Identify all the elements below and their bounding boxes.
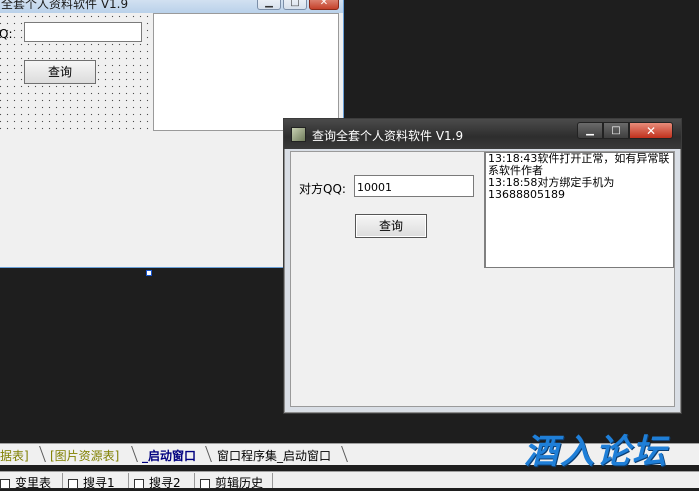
- log-textbox[interactable]: 13:18:43软件打开正常，如有异常联系软件作者 13:18:58对方绑定手机…: [484, 152, 674, 268]
- designer-qq-input[interactable]: [24, 22, 142, 42]
- app-window: 查询全套个人资料软件 V1.9 ▁ □ ✕ 对方QQ: 查询 13:18:43软…: [283, 118, 682, 414]
- panel-separator: [62, 473, 63, 488]
- clipboard-history-panel-tab[interactable]: 剪辑历史: [200, 474, 263, 491]
- tab-separator: [205, 446, 212, 462]
- designer-titlebar[interactable]: 全套个人资料软件 V1.9 ▁ □ ✕: [0, 0, 343, 13]
- clipboard-icon: [200, 478, 210, 489]
- designer-title: 全套个人资料软件 V1.9: [1, 0, 129, 11]
- panel-separator: [194, 473, 195, 488]
- tab-data-table[interactable]: 据表]: [0, 447, 29, 464]
- query-button[interactable]: 查询: [355, 214, 427, 238]
- designer-minimize-button[interactable]: ▁: [257, 0, 281, 10]
- variables-panel-tab[interactable]: 变里表: [0, 474, 51, 491]
- tab-startup-window[interactable]: _启动窗口: [142, 447, 196, 464]
- resize-handle[interactable]: [146, 270, 152, 276]
- log-line: 13:18:58对方绑定手机为13688805189: [488, 176, 615, 201]
- forum-watermark: 酒入论坛: [524, 432, 668, 472]
- search2-panel-tab[interactable]: 搜寻2: [134, 474, 181, 491]
- app-title: 查询全套个人资料软件 V1.9: [312, 129, 464, 143]
- tab-separator: [39, 446, 46, 462]
- designer-query-button[interactable]: 查询: [24, 60, 96, 84]
- app-titlebar[interactable]: 查询全套个人资料软件 V1.9 ▁ □ ✕: [284, 119, 681, 149]
- designer-close-button[interactable]: ✕: [309, 0, 339, 10]
- search1-panel-tab[interactable]: 搜寻1: [68, 474, 115, 491]
- log-line: 13:18:43软件打开正常，如有异常联系软件作者: [488, 152, 670, 177]
- app-close-button[interactable]: ✕: [629, 122, 673, 139]
- designer-log-box[interactable]: [153, 13, 339, 131]
- app-minimize-button[interactable]: ▁: [577, 122, 603, 139]
- designer-maximize-button[interactable]: □: [283, 0, 307, 10]
- bottom-panel-bar: 变里表 搜寻1 搜寻2 剪辑历史: [0, 471, 699, 491]
- panel-separator: [272, 473, 273, 488]
- tab-window-assembly[interactable]: 窗口程序集_启动窗口: [217, 447, 331, 464]
- tab-image-resources[interactable]: [图片资源表]: [50, 447, 119, 464]
- qq-label: 对方QQ:: [299, 182, 346, 196]
- panel-separator: [128, 473, 129, 488]
- qq-input[interactable]: [354, 175, 474, 197]
- tab-separator: [131, 446, 138, 462]
- tab-separator: [341, 446, 348, 462]
- app-icon: [291, 127, 306, 142]
- app-maximize-button[interactable]: □: [603, 122, 629, 139]
- variables-icon: [0, 478, 10, 489]
- designer-qq-label: Q:: [0, 27, 13, 41]
- app-client-area: 对方QQ: 查询 13:18:43软件打开正常，如有异常联系软件作者 13:18…: [290, 151, 675, 407]
- search2-icon: [134, 478, 144, 489]
- search1-icon: [68, 478, 78, 489]
